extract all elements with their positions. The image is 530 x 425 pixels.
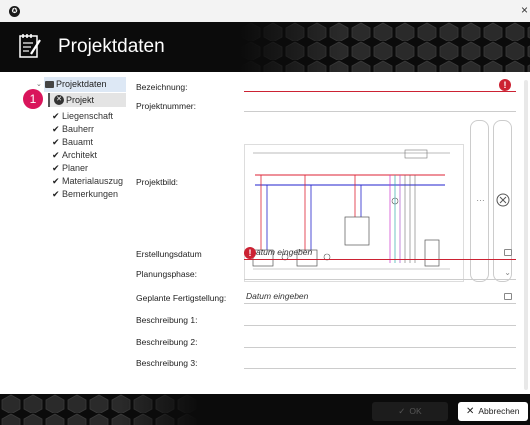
check-icon: ✓ xyxy=(398,406,406,416)
circle-x-icon xyxy=(496,193,510,207)
tree-item-bauamt[interactable]: ✔ Bauamt xyxy=(52,136,93,148)
tree-item-liegenschaft[interactable]: ✔ Liegenschaft xyxy=(52,110,113,122)
beschreibung1-input[interactable] xyxy=(246,313,496,323)
calendar-icon[interactable] xyxy=(504,293,512,300)
tree-item-projekt[interactable]: ✕ Projekt xyxy=(48,93,126,107)
dialog-title: Projektdaten xyxy=(58,36,165,57)
close-window-button[interactable]: × xyxy=(521,3,528,17)
dialog-header: Projektdaten xyxy=(0,22,530,72)
bezeichnung-field[interactable] xyxy=(244,78,516,92)
tree-item-planer[interactable]: ✔ Planer xyxy=(52,162,88,174)
cancel-button[interactable]: ✕ Abbrechen xyxy=(458,402,528,421)
folder-open-icon xyxy=(45,81,54,88)
projektbild-label: Projektbild: xyxy=(136,177,179,187)
close-icon: ✕ xyxy=(466,406,475,417)
checkmark-icon: ✔ xyxy=(52,176,60,186)
ellipsis-icon: … xyxy=(476,193,485,203)
tree-item-bauherr[interactable]: ✔ Bauherr xyxy=(52,123,94,135)
dialog-footer: ✓ OK ✕ Abbrechen xyxy=(0,394,530,425)
ok-button[interactable]: ✓ OK xyxy=(372,402,448,421)
notepad-edit-icon xyxy=(19,34,41,58)
checkmark-icon: ✔ xyxy=(52,150,60,160)
step-badge: 1 xyxy=(23,89,43,109)
projektnummer-label: Projektnummer: xyxy=(136,101,196,111)
error-icon: ! xyxy=(499,79,511,91)
beschreibung2-field[interactable] xyxy=(244,334,516,348)
hexagon-pattern-decoration xyxy=(0,394,200,425)
app-icon: ✪ xyxy=(9,6,20,17)
checkmark-icon: ✔ xyxy=(52,189,60,199)
tree-item-architekt[interactable]: ✔ Architekt xyxy=(52,149,97,161)
tree-item-materialauszug[interactable]: ✔ Materialauszug xyxy=(52,175,123,187)
beschreibung1-field[interactable] xyxy=(244,312,516,326)
projektbild-preview[interactable] xyxy=(244,144,464,282)
error-x-circle-icon: ✕ xyxy=(54,95,64,105)
tree-root-label: Projektdaten xyxy=(56,79,107,89)
fertigstellung-label: Geplante Fertigstellung: xyxy=(136,293,227,303)
checkmark-icon: ✔ xyxy=(52,124,60,134)
planungsphase-select[interactable]: ⌄ xyxy=(244,266,516,280)
beschreibung1-label: Beschreibung 1: xyxy=(136,315,198,325)
bezeichnung-input[interactable] xyxy=(246,79,496,89)
navigation-tree: ⌄ Projektdaten ✕ Projekt 1 ✔ Liegenschaft… xyxy=(0,72,128,394)
beschreibung3-input[interactable] xyxy=(246,356,496,366)
fertigstellung-placeholder: Datum eingeben xyxy=(246,291,309,301)
erstellungsdatum-field[interactable]: atum eingeben xyxy=(244,246,516,260)
tree-root-projektdaten[interactable]: Projektdaten xyxy=(44,77,126,92)
beschreibung3-label: Beschreibung 3: xyxy=(136,358,198,368)
beschreibung3-field[interactable] xyxy=(244,355,516,369)
form-panel: Bezeichnung: ! Projektnummer: Projektbil… xyxy=(128,72,530,394)
checkmark-icon: ✔ xyxy=(52,137,60,147)
collapse-arrow-icon[interactable]: ⌄ xyxy=(36,80,42,88)
bezeichnung-label: Bezeichnung: xyxy=(136,82,188,92)
chevron-down-icon: ⌄ xyxy=(504,268,511,277)
projektnummer-field[interactable] xyxy=(244,98,516,112)
fertigstellung-field[interactable]: Datum eingeben xyxy=(244,290,516,304)
schematic-diagram-image xyxy=(252,149,450,270)
checkmark-icon: ✔ xyxy=(52,111,60,121)
hexagon-pattern-decoration xyxy=(240,22,530,72)
beschreibung2-label: Beschreibung 2: xyxy=(136,337,198,347)
tree-item-label: Projekt xyxy=(66,95,95,105)
window-titlebar: ✪ × xyxy=(0,0,530,22)
checkmark-icon: ✔ xyxy=(52,163,60,173)
beschreibung2-input[interactable] xyxy=(246,335,496,345)
projektnummer-input[interactable] xyxy=(246,99,496,109)
tree-item-bemerkungen[interactable]: ✔ Bemerkungen xyxy=(52,188,118,200)
planungsphase-label: Planungsphase: xyxy=(136,269,197,279)
error-icon: ! xyxy=(244,247,256,259)
vertical-scrollbar[interactable] xyxy=(524,80,528,390)
calendar-icon[interactable] xyxy=(504,249,512,256)
erstellungsdatum-label: Erstellungsdatum xyxy=(136,249,202,259)
